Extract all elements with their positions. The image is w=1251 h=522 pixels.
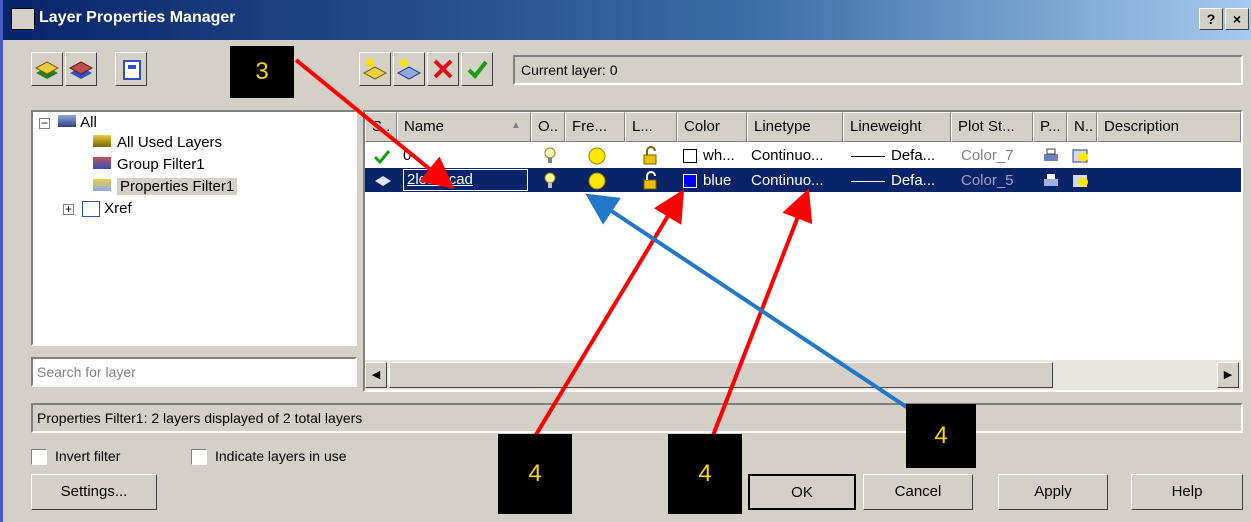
annotation-overlay	[294, 58, 916, 440]
callout-4a: 4	[498, 434, 572, 514]
callout-4b: 4	[668, 434, 742, 514]
arrow-3	[294, 58, 455, 190]
callout-4c: 4	[906, 404, 976, 468]
arrow-4-color	[532, 189, 685, 440]
arrow-4-linetype	[710, 188, 813, 439]
arrow-4-freeze	[585, 193, 916, 414]
callout-3: 3	[230, 46, 294, 98]
